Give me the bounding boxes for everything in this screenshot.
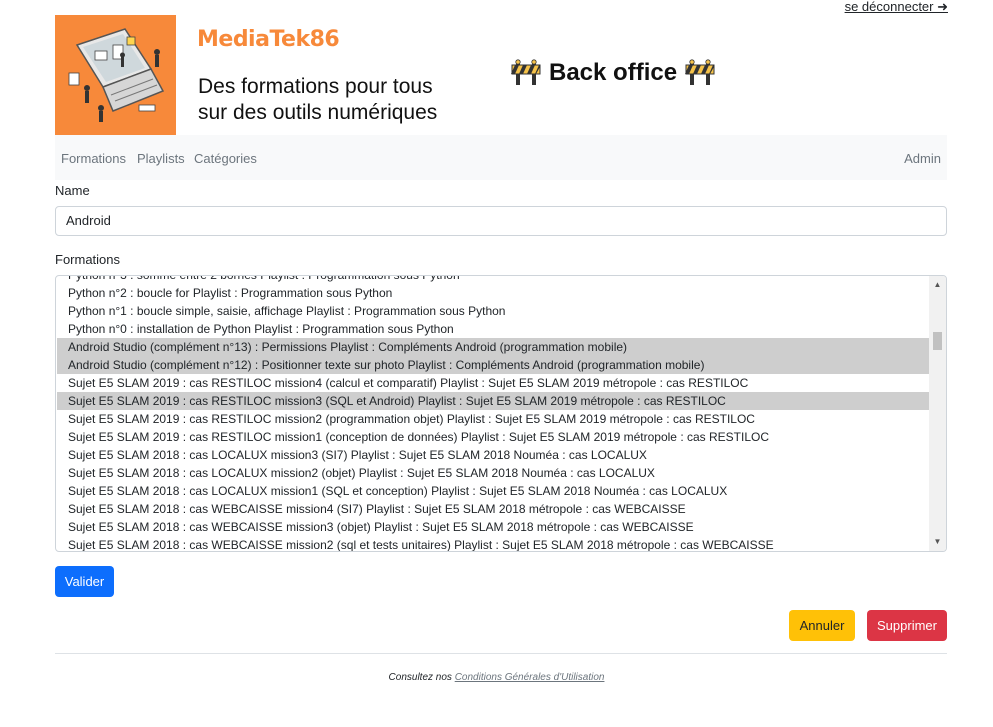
formation-option[interactable]: Python n°2 : boucle for Playlist : Progr… xyxy=(57,284,932,302)
name-input[interactable]: Android xyxy=(55,206,947,236)
construction-barrier-icon xyxy=(685,59,715,85)
site-banner: MediaTek86 Des formations pour tous sur … xyxy=(55,15,947,135)
backoffice-label: Back office xyxy=(549,59,678,86)
formation-option[interactable]: Sujet E5 SLAM 2018 : cas LOCALUX mission… xyxy=(57,446,932,464)
formation-option[interactable]: Sujet E5 SLAM 2018 : cas WEBCAISSE missi… xyxy=(57,536,932,551)
submit-button[interactable]: Valider xyxy=(55,566,114,597)
main-navbar: Formations Playlists Catégories Admin xyxy=(55,135,947,180)
formation-option[interactable]: Sujet E5 SLAM 2019 : cas RESTILOC missio… xyxy=(57,374,932,392)
logout-link[interactable]: se déconnecter ➜ xyxy=(845,0,948,15)
listbox-scrollbar[interactable]: ▲ ▼ xyxy=(929,276,946,551)
nav-item-categories[interactable]: Catégories xyxy=(194,151,257,166)
site-name: MediaTek86 xyxy=(197,27,340,52)
footer-prefix: Consultez nos xyxy=(388,672,452,683)
site-logo[interactable] xyxy=(55,15,176,135)
formation-option[interactable]: Sujet E5 SLAM 2018 : cas WEBCAISSE missi… xyxy=(57,518,932,536)
nav-item-formations[interactable]: Formations xyxy=(61,151,126,166)
formation-option[interactable]: Sujet E5 SLAM 2018 : cas LOCALUX mission… xyxy=(57,482,932,500)
formation-option[interactable]: Python n°0 : installation de Python Play… xyxy=(57,320,932,338)
tagline-line-1: Des formations pour tous xyxy=(198,75,433,98)
formation-option[interactable]: Sujet E5 SLAM 2018 : cas LOCALUX mission… xyxy=(57,464,932,482)
formation-option[interactable]: Android Studio (complément n°12) : Posit… xyxy=(57,356,932,374)
formation-option[interactable]: Android Studio (complément n°13) : Permi… xyxy=(57,338,932,356)
scrollbar-thumb[interactable] xyxy=(933,332,942,350)
formation-option[interactable]: Sujet E5 SLAM 2019 : cas RESTILOC missio… xyxy=(57,392,932,410)
tagline-line-2: sur des outils numériques xyxy=(198,101,438,124)
formations-options-list: Python n°3 : somme entre 2 bornes Playli… xyxy=(57,276,932,551)
cgu-link[interactable]: Conditions Générales d'Utilisation xyxy=(455,672,605,683)
nav-item-admin[interactable]: Admin xyxy=(904,151,941,166)
backoffice-title: Back office xyxy=(511,59,715,87)
footer-divider xyxy=(55,653,947,654)
footer: Consultez nos Conditions Générales d'Uti… xyxy=(0,672,993,683)
formation-option[interactable]: Sujet E5 SLAM 2018 : cas WEBCAISSE missi… xyxy=(57,500,932,518)
formations-multiselect[interactable]: Python n°3 : somme entre 2 bornes Playli… xyxy=(55,275,947,552)
formation-option[interactable]: Sujet E5 SLAM 2019 : cas RESTILOC missio… xyxy=(57,410,932,428)
scroll-up-arrow-icon[interactable]: ▲ xyxy=(929,278,946,292)
cancel-button[interactable]: Annuler xyxy=(789,610,855,641)
formations-field-label: Formations xyxy=(55,252,121,267)
delete-button[interactable]: Supprimer xyxy=(867,610,947,641)
scroll-down-arrow-icon[interactable]: ▼ xyxy=(929,535,946,549)
laptop-illustration-icon xyxy=(55,15,176,135)
formation-option[interactable]: Sujet E5 SLAM 2019 : cas RESTILOC missio… xyxy=(57,428,932,446)
name-field-label: Name xyxy=(55,183,90,198)
formation-option[interactable]: Python n°3 : somme entre 2 bornes Playli… xyxy=(57,276,932,284)
formation-option[interactable]: Python n°1 : boucle simple, saisie, affi… xyxy=(57,302,932,320)
site-tagline: Des formations pour tous sur des outils … xyxy=(198,74,437,126)
nav-item-playlists[interactable]: Playlists xyxy=(137,151,185,166)
construction-barrier-icon xyxy=(511,59,541,85)
